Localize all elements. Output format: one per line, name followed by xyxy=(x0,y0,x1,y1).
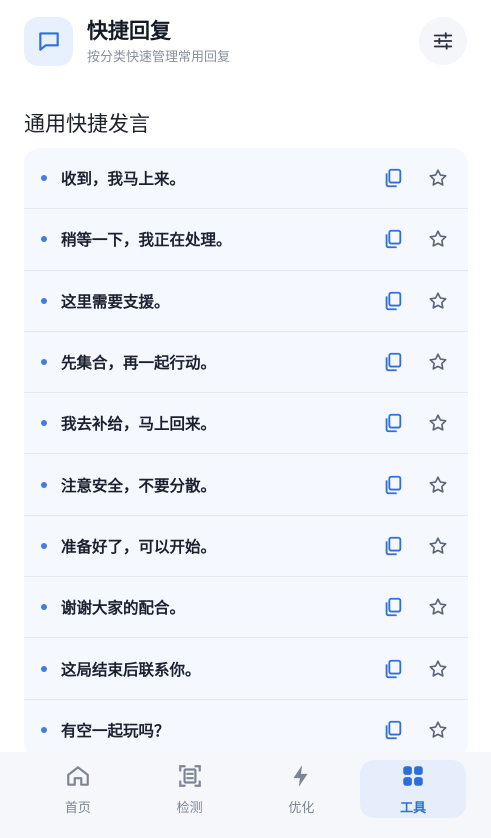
reply-text: 收到，我马上来。 xyxy=(61,170,186,189)
nav-label: 优化 xyxy=(288,800,315,816)
bullet-dot xyxy=(41,542,47,549)
star-icon[interactable] xyxy=(426,289,450,313)
reply-text: 我去补给，马上回来。 xyxy=(61,415,217,434)
copy-icon[interactable] xyxy=(381,227,405,251)
bullet-dot xyxy=(41,359,47,366)
bullet-dot xyxy=(41,297,47,304)
page-subtitle: 按分类快速管理常用回复 xyxy=(87,49,231,65)
home-icon xyxy=(65,763,91,793)
nav-label: 检测 xyxy=(176,800,203,816)
reply-text: 有空一起玩吗？ xyxy=(61,721,170,740)
reply-text: 注意安全，不要分散。 xyxy=(61,476,217,495)
page-title: 快捷回复 xyxy=(87,18,171,43)
star-icon[interactable] xyxy=(426,534,450,558)
star-icon[interactable] xyxy=(426,473,450,497)
copy-icon[interactable] xyxy=(381,657,405,681)
copy-icon[interactable] xyxy=(381,473,405,497)
section-title: 通用快捷发言 xyxy=(24,112,150,136)
copy-icon[interactable] xyxy=(381,534,405,558)
bullet-dot xyxy=(41,481,47,488)
reply-item[interactable]: 这里需要支援。 xyxy=(24,271,468,332)
reply-item[interactable]: 我去补给，马上回来。 xyxy=(24,393,468,455)
copy-icon[interactable] xyxy=(381,718,405,742)
copy-icon[interactable] xyxy=(381,411,405,435)
reply-text: 谢谢大家的配合。 xyxy=(61,599,186,618)
copy-icon[interactable] xyxy=(381,595,405,619)
title-block: 快捷回复 按分类快速管理常用回复 xyxy=(87,18,419,65)
reply-text: 这局结束后联系你。 xyxy=(61,660,201,679)
reply-text: 这里需要支援。 xyxy=(61,292,170,311)
scan-icon xyxy=(177,763,203,793)
star-icon[interactable] xyxy=(426,718,450,742)
nav-item-home[interactable]: 首页 xyxy=(25,760,131,818)
chat-bubble-icon xyxy=(24,16,73,66)
reply-text: 准备好了，可以开始。 xyxy=(61,537,217,556)
reply-item[interactable]: 准备好了，可以开始。 xyxy=(24,516,468,578)
star-icon[interactable] xyxy=(426,350,450,374)
reply-item[interactable]: 这局结束后联系你。 xyxy=(24,638,468,700)
copy-icon[interactable] xyxy=(381,289,405,313)
nav-item-bolt[interactable]: 优化 xyxy=(248,760,354,818)
bullet-dot xyxy=(41,420,47,427)
reply-item[interactable]: 收到，我马上来。 xyxy=(24,148,468,210)
bullet-dot xyxy=(41,726,47,733)
bullet-dot xyxy=(41,236,47,243)
grid-icon xyxy=(400,763,426,793)
star-icon[interactable] xyxy=(426,166,450,190)
star-icon[interactable] xyxy=(426,227,450,251)
reply-text: 先集合，再一起行动。 xyxy=(61,354,217,373)
reply-text: 稍等一下，我正在处理。 xyxy=(61,231,232,250)
reply-item[interactable]: 有空一起玩吗？ xyxy=(24,700,468,758)
settings-button[interactable] xyxy=(419,17,467,65)
header: 快捷回复 按分类快速管理常用回复 xyxy=(24,16,467,66)
nav-item-grid[interactable]: 工具 xyxy=(360,760,467,818)
reply-list: 收到，我马上来。稍等一下，我正在处理。 这里需要支援。先集合，再一起行动。 我去补给… xyxy=(24,148,468,758)
copy-icon[interactable] xyxy=(381,166,405,190)
nav-label: 首页 xyxy=(64,800,91,816)
sliders-icon xyxy=(433,32,453,50)
reply-item[interactable]: 注意安全，不要分散。 xyxy=(24,454,468,516)
bullet-dot xyxy=(41,604,47,611)
bolt-icon xyxy=(288,763,314,793)
star-icon[interactable] xyxy=(426,411,450,435)
reply-item[interactable]: 先集合，再一起行动。 xyxy=(24,332,468,394)
star-icon[interactable] xyxy=(426,595,450,619)
reply-item[interactable]: 稍等一下，我正在处理。 xyxy=(24,209,468,271)
reply-item[interactable]: 谢谢大家的配合。 xyxy=(24,577,468,639)
copy-icon[interactable] xyxy=(381,350,405,374)
nav-item-scan[interactable]: 检测 xyxy=(137,760,243,818)
bullet-dot xyxy=(41,175,47,182)
nav-label: 工具 xyxy=(400,800,427,816)
bullet-dot xyxy=(41,665,47,672)
bottom-nav: 首页 检测 优化 工具 xyxy=(0,752,491,838)
star-icon[interactable] xyxy=(426,657,450,681)
